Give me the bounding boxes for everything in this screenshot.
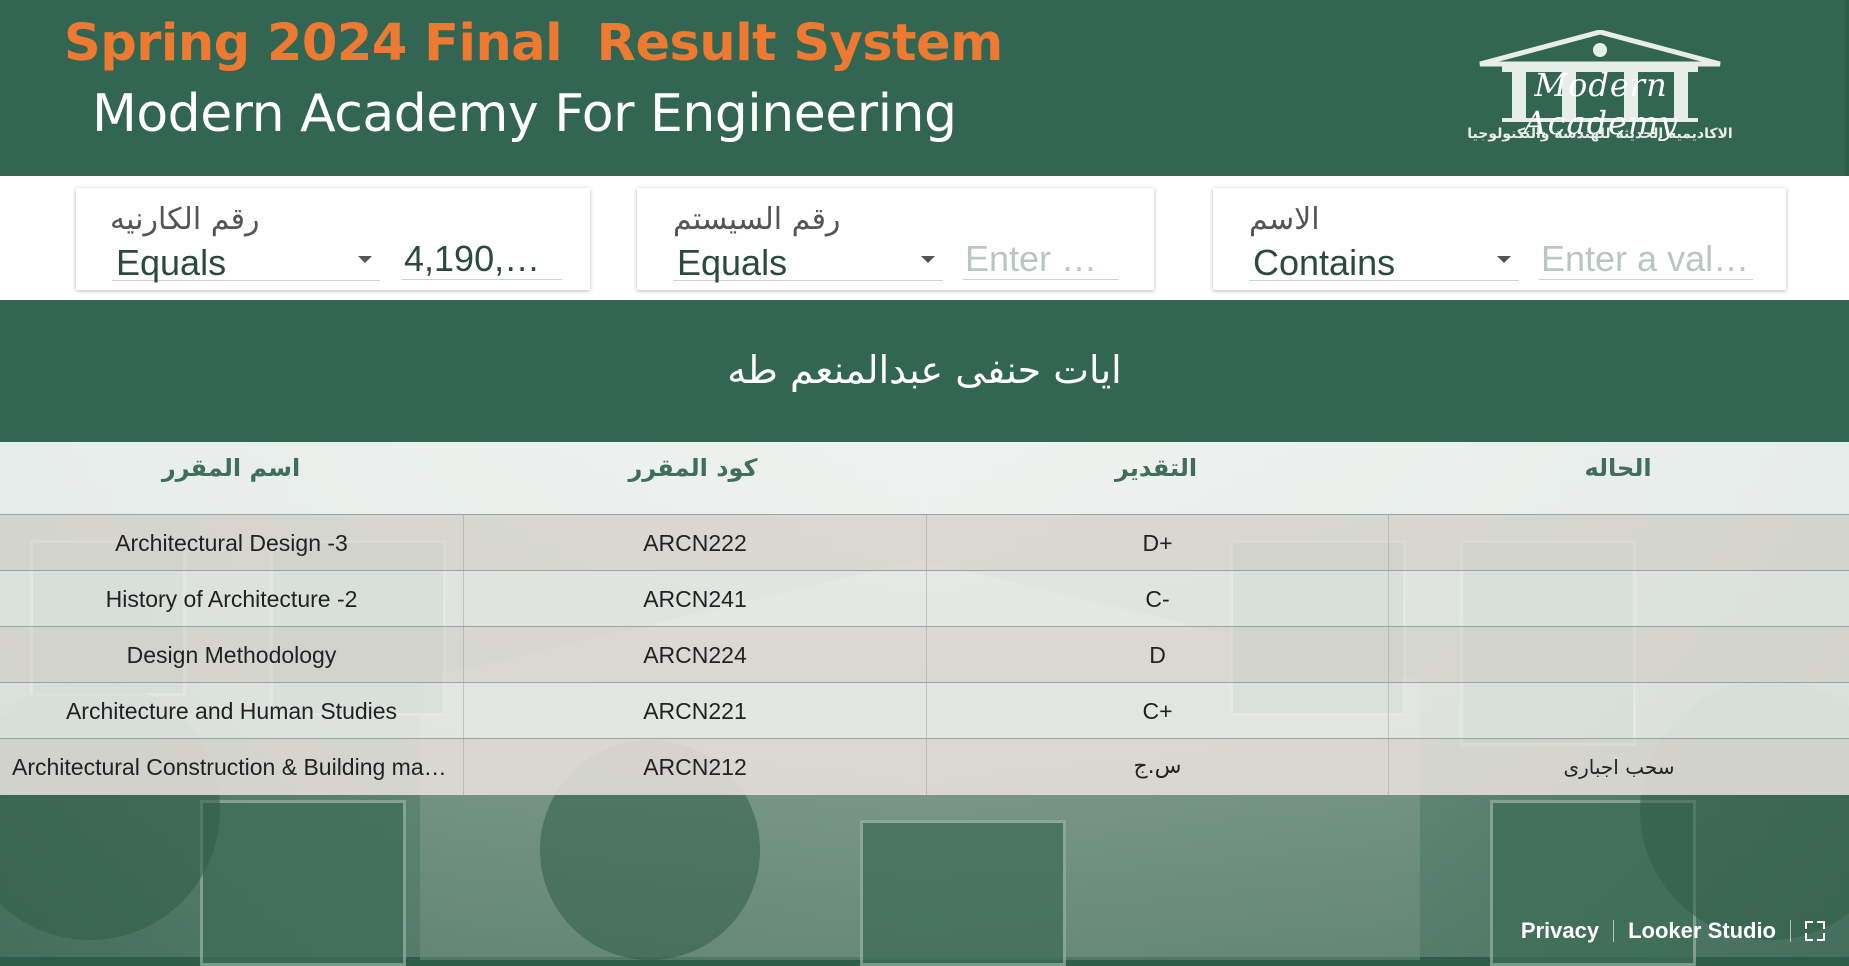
operator-select-name[interactable]: Contains — [1249, 240, 1519, 283]
cell-grade: D+ — [926, 515, 1388, 571]
id-number-input[interactable] — [402, 238, 562, 280]
report-header: Spring 2024 Final Result System Modern A… — [0, 0, 1845, 176]
table-row: Architectural Design -3 ARCN222 D+ — [0, 514, 1849, 571]
filter-label-system-number: رقم السيستم — [673, 202, 841, 237]
cell-course-code: ARCN241 — [463, 571, 926, 627]
fullscreen-icon[interactable] — [1805, 921, 1825, 941]
cell-course-code: ARCN221 — [463, 683, 926, 739]
filter-label-id-number: رقم الكارنيه — [110, 202, 260, 237]
logo-arabic-caption: الاكاديمية الحديثة للهندسة والتكنولوجيا — [1467, 126, 1733, 142]
cell-course-code: ARCN222 — [463, 515, 926, 571]
cell-course-code: ARCN224 — [463, 627, 926, 683]
cell-grade: C- — [926, 571, 1388, 627]
filter-label-name: الاسم — [1249, 202, 1320, 237]
operator-select-id-number[interactable]: Equals — [112, 240, 380, 283]
looker-footer: Privacy Looker Studio — [1521, 913, 1825, 949]
cell-grade: C+ — [926, 683, 1388, 739]
operator-value: Equals — [677, 242, 788, 283]
dropdown-caret-icon — [921, 256, 935, 263]
window-shape — [860, 820, 1066, 966]
report-subtitle: Modern Academy For Engineering — [92, 84, 957, 144]
cell-grade: D — [926, 627, 1388, 683]
operator-value: Equals — [116, 242, 227, 283]
student-name-banner: ايات حنفى عبدالمنعم طه — [0, 300, 1849, 442]
cell-course-name: Architecture and Human Studies — [65, 698, 398, 724]
table-row: Architecture and Human Studies ARCN221 C… — [0, 682, 1849, 739]
table-row: Design Methodology ARCN224 D — [0, 626, 1849, 683]
filter-bar: رقم الكارنيه Equals رقم السيستم Equals ا… — [0, 176, 1849, 300]
academy-logo: Modern Academy الاكاديمية الحديثة للهندس… — [1450, 29, 1750, 150]
cell-course-name: Architectural Design -3 — [115, 530, 348, 556]
footer-divider — [1613, 920, 1615, 942]
looker-studio-link[interactable]: Looker Studio — [1628, 918, 1776, 944]
results-table: اسم المقرر كود المقرر التقدير الحاله Arc… — [0, 442, 1849, 798]
column-header-grade[interactable]: التقدير — [925, 454, 1387, 482]
column-header-course-name[interactable]: اسم المقرر — [0, 454, 462, 482]
filter-card-system-number: رقم السيستم Equals — [637, 188, 1154, 290]
report-title: Spring 2024 Final Result System — [64, 14, 1003, 73]
cell-status — [1388, 627, 1849, 683]
cell-grade: س.ج — [926, 739, 1388, 795]
student-name: ايات حنفى عبدالمنعم طه — [727, 348, 1122, 392]
dropdown-caret-icon — [358, 256, 372, 263]
privacy-link[interactable]: Privacy — [1521, 918, 1599, 944]
cell-status — [1388, 683, 1849, 739]
name-input[interactable] — [1539, 238, 1753, 280]
column-header-course-code[interactable]: كود المقرر — [462, 454, 924, 482]
window-shape — [200, 800, 406, 966]
cell-course-name: History of Architecture -2 — [105, 586, 358, 612]
cell-course-name: Architectural Construction & Building ma… — [12, 754, 463, 780]
table-row: History of Architecture -2 ARCN241 C- — [0, 570, 1849, 627]
column-header-status[interactable]: الحاله — [1387, 454, 1849, 482]
table-row: Architectural Construction & Building ma… — [0, 738, 1849, 795]
filter-card-id-number: رقم الكارنيه Equals — [76, 188, 590, 290]
operator-select-system-number[interactable]: Equals — [673, 240, 943, 283]
filter-card-name: الاسم Contains — [1213, 188, 1786, 290]
cell-status: سحب اجبارى — [1388, 739, 1849, 795]
system-number-input[interactable] — [963, 238, 1118, 280]
dropdown-caret-icon — [1497, 256, 1511, 263]
operator-value: Contains — [1253, 242, 1396, 283]
cell-status — [1388, 515, 1849, 571]
footer-divider — [1790, 920, 1791, 942]
table-header-row: اسم المقرر كود المقرر التقدير الحاله — [0, 442, 1849, 514]
cell-status — [1388, 571, 1849, 627]
cell-course-code: ARCN212 — [463, 739, 926, 795]
cell-course-name: Design Methodology — [126, 642, 337, 668]
